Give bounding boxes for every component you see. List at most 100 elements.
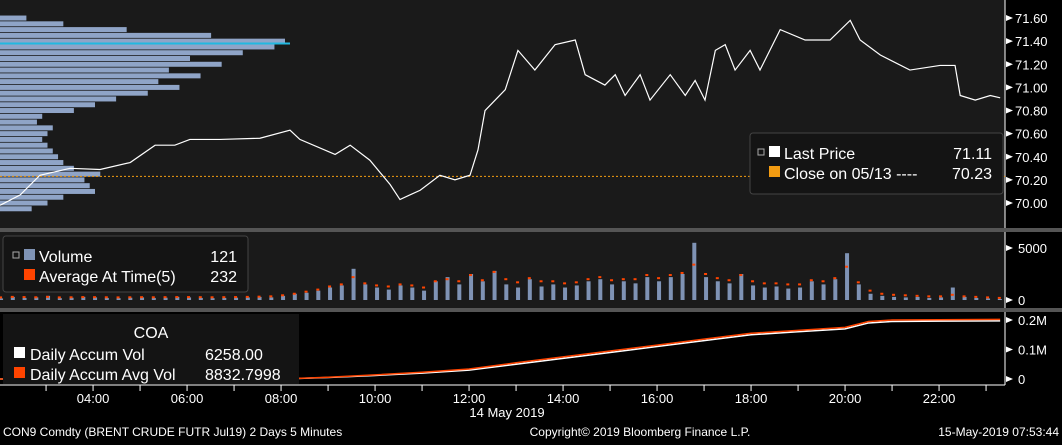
accum-legend: COA Daily Accum Vol 6258.00 Daily Accum … — [3, 314, 299, 384]
volume-profile-bar — [0, 154, 59, 160]
volume-bar — [210, 298, 215, 300]
volume-profile-bar — [0, 32, 212, 38]
volume-profile-bar — [0, 56, 190, 61]
avg-volume-mark — [798, 283, 802, 286]
avg-volume-mark — [128, 296, 132, 299]
volume-bar — [927, 297, 932, 300]
x-tick-label: 12:00 — [453, 391, 486, 406]
avg-volume-mark — [821, 280, 825, 283]
avg-volume-mark — [621, 278, 625, 281]
close-swatch — [769, 166, 780, 177]
avg-volume-mark — [269, 295, 273, 298]
price-y-tick-label: 71.00 — [1015, 80, 1048, 95]
y-tick-marker — [1006, 200, 1013, 206]
avg-volume-mark — [809, 279, 813, 282]
accum-avg-label: Daily Accum Avg Vol — [30, 367, 176, 384]
avg-volume-mark — [551, 280, 555, 283]
accum-vol-swatch — [14, 347, 25, 358]
avg-volume-mark — [680, 271, 684, 274]
volume-bar — [833, 279, 838, 300]
price-y-tick-label: 71.40 — [1015, 34, 1048, 49]
avg-volume-mark — [868, 289, 872, 292]
volume-bar — [457, 284, 462, 300]
volume-bar — [22, 297, 27, 300]
avg-volume-mark — [610, 279, 614, 282]
panel-divider-1[interactable] — [0, 228, 1062, 232]
accum-y-tick-label: 0.2M — [1018, 313, 1047, 328]
avg-volume-mark — [46, 295, 50, 298]
volume-bar — [386, 289, 391, 300]
accum-y-tick-label: 0 — [1018, 372, 1025, 387]
volume-bar — [633, 283, 638, 300]
volume-bar — [363, 284, 368, 300]
avg-volume-mark — [927, 295, 931, 298]
x-tick-label: 20:00 — [829, 391, 862, 406]
volume-profile-bar — [0, 142, 48, 148]
avg-volume-mark — [762, 282, 766, 285]
volume-bar — [739, 274, 744, 300]
volume-bar — [668, 277, 673, 300]
volume-bar — [563, 287, 568, 300]
last-price-label: Last Price — [784, 146, 855, 163]
volume-bar — [986, 298, 991, 300]
avg-volume-mark — [563, 282, 567, 285]
avg-swatch — [24, 269, 35, 280]
volume-profile-bar — [0, 206, 32, 212]
volume-bar — [316, 290, 321, 300]
y-tick-marker — [1006, 346, 1013, 353]
avg-volume-mark — [386, 285, 390, 288]
y-tick-marker — [1006, 176, 1013, 183]
panel-divider-2[interactable] — [0, 308, 1062, 312]
volume-bar — [692, 242, 697, 300]
avg-volume-mark — [363, 282, 367, 285]
volume-profile-bar — [0, 73, 201, 79]
volume-profile-bar — [0, 84, 180, 90]
volume-bar — [410, 287, 415, 300]
volume-profile-bar — [0, 160, 64, 166]
volume-bar — [950, 287, 955, 300]
avg-volume-mark — [257, 295, 261, 298]
x-tick-label: 10:00 — [359, 391, 392, 406]
volume-bar — [281, 295, 286, 300]
avg-volume-mark — [997, 296, 1001, 299]
avg-volume-mark — [856, 281, 860, 284]
last-price-value: 71.11 — [953, 146, 992, 163]
volume-profile-bar — [0, 61, 222, 67]
volume-bar — [57, 298, 62, 300]
volume-y-tick-label: 5000 — [1018, 241, 1047, 256]
avg-volume-mark — [445, 278, 449, 281]
avg-volume-mark — [69, 296, 73, 299]
volume-profile-bar — [0, 79, 159, 85]
avg-volume-mark — [234, 296, 238, 299]
volume-profile-bar — [0, 44, 275, 50]
y-tick-marker — [1006, 130, 1013, 137]
accum-avg-value: 8832.7998 — [205, 367, 281, 384]
volume-bar — [269, 297, 274, 300]
accum-y-tick-label: 0.1M — [1018, 343, 1047, 358]
volume-bar — [880, 295, 885, 300]
volume-bar — [915, 296, 920, 300]
avg-volume-mark — [586, 278, 590, 281]
volume-bar — [903, 297, 908, 300]
avg-volume-mark — [692, 263, 696, 266]
accum-vol-value: 6258.00 — [205, 347, 263, 364]
footer-security: CON9 Comdty (BRENT CRUDE FUTR Jul19) 2 D… — [3, 425, 342, 439]
avg-volume-mark — [222, 296, 226, 299]
avg-volume-mark — [751, 280, 755, 283]
y-tick-marker — [1006, 61, 1013, 68]
avg-volume-mark — [774, 282, 778, 285]
avg-volume-mark — [739, 274, 743, 277]
avg-volume-mark — [915, 294, 919, 297]
avg-volume-mark — [328, 285, 332, 288]
avg-volume-mark — [516, 281, 520, 284]
volume-bar — [856, 284, 861, 300]
avg-volume-mark — [140, 296, 144, 299]
avg-volume-mark — [281, 294, 285, 297]
x-tick-label: 08:00 — [265, 391, 298, 406]
avg-volume-mark — [704, 273, 708, 275]
price-y-tick-label: 70.80 — [1015, 104, 1048, 119]
avg-volume-mark — [116, 296, 120, 299]
avg-volume-mark — [939, 295, 943, 298]
avg-volume-mark — [151, 296, 155, 299]
volume-profile-bar — [0, 21, 64, 27]
